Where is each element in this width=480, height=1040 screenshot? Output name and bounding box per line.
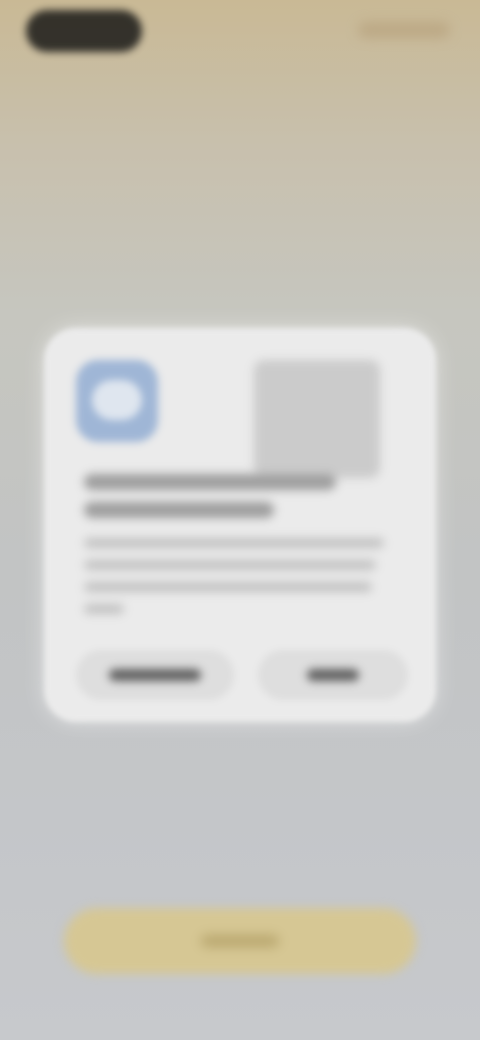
dialog-title-line-2 <box>84 502 274 518</box>
bottom-action-button[interactable] <box>64 908 416 974</box>
dialog-body-line-4 <box>84 604 124 614</box>
dialog-title-text <box>44 328 45 329</box>
bottom-action-button-label <box>201 935 279 947</box>
dialog-secondary-button[interactable] <box>76 650 234 700</box>
dialog-primary-button[interactable] <box>258 650 408 700</box>
dialog-secondary-button-label <box>109 669 201 681</box>
permission-dialog <box>44 328 436 722</box>
status-bar-left-pill <box>26 10 142 52</box>
dialog-body-line-1 <box>84 538 384 548</box>
dialog-body-line-3 <box>84 582 372 592</box>
dialog-image <box>254 360 380 478</box>
app-icon <box>76 360 158 442</box>
dialog-body-line-2 <box>84 560 376 570</box>
dialog-body-text <box>44 328 45 329</box>
status-bar-right-indicators <box>358 22 450 38</box>
dialog-title-line-1 <box>84 474 336 490</box>
dialog-primary-button-label <box>307 669 359 681</box>
